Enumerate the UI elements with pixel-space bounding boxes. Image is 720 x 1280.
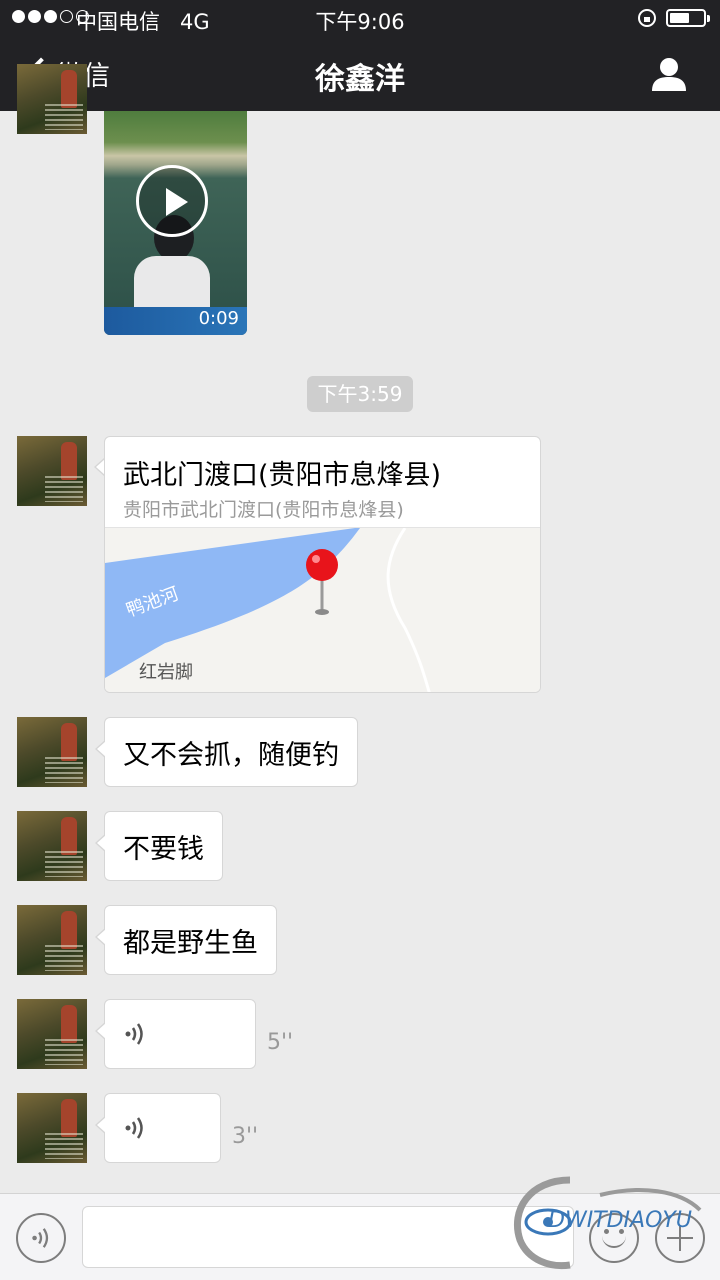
avatar[interactable] (17, 436, 87, 506)
chat-title: 徐鑫洋 (315, 62, 405, 97)
battery-icon (666, 9, 710, 27)
video-message[interactable]: 0:09 (104, 111, 247, 335)
voice-duration: 3'' (232, 1124, 259, 1149)
watermark-text: DWITDIAOYU (548, 1208, 692, 1233)
voice-input-button[interactable] (16, 1213, 66, 1263)
location-message[interactable]: 武北门渡口(贵阳市息烽县) 贵阳市武北门渡口(贵阳市息烽县) 鸭池河 红岩脚 (104, 436, 541, 693)
video-duration: 0:09 (198, 308, 239, 329)
voice-message[interactable] (95, 1093, 221, 1163)
text-message[interactable]: 又不会抓，随便钓 (95, 717, 358, 787)
map-place-label: 红岩脚 (139, 662, 193, 683)
voice-duration: 5'' (267, 1030, 294, 1055)
play-icon[interactable] (136, 165, 208, 237)
message-text: 又不会抓，随便钓 (123, 739, 339, 771)
voice-message[interactable] (95, 999, 256, 1069)
voice-wave-icon (125, 1117, 143, 1139)
message-input[interactable] (82, 1206, 574, 1268)
voice-wave-icon (125, 1023, 143, 1045)
message-timestamp: 下午3:59 (307, 376, 413, 412)
text-message[interactable]: 不要钱 (95, 811, 223, 881)
location-title: 武北门渡口(贵阳市息烽县) (123, 460, 442, 491)
chat-input-bar (0, 1193, 720, 1280)
status-time: 下午9:06 (315, 10, 405, 34)
avatar[interactable] (17, 999, 87, 1069)
location-subtitle: 贵阳市武北门渡口(贵阳市息烽县) (123, 499, 404, 521)
battery-level (670, 13, 689, 23)
message-text: 都是野生鱼 (123, 927, 258, 959)
text-message[interactable]: 都是野生鱼 (95, 905, 277, 975)
avatar[interactable] (17, 717, 87, 787)
location-map[interactable]: 鸭池河 红岩脚 (105, 527, 540, 692)
navigation-bar: 微信 徐鑫洋 (0, 36, 720, 111)
person-icon[interactable] (650, 56, 688, 92)
top-bar: 中国电信 4G 下午9:06 微信 徐鑫洋 (0, 0, 720, 111)
message-text: 不要钱 (123, 833, 204, 865)
voice-icon (32, 1228, 49, 1248)
avatar[interactable] (17, 905, 87, 975)
avatar[interactable] (17, 64, 87, 134)
avatar[interactable] (17, 811, 87, 881)
rotation-lock-icon (638, 9, 656, 27)
status-bar: 中国电信 4G 下午9:06 (0, 0, 720, 36)
avatar[interactable] (17, 1093, 87, 1163)
emoji-icon (602, 1235, 626, 1248)
